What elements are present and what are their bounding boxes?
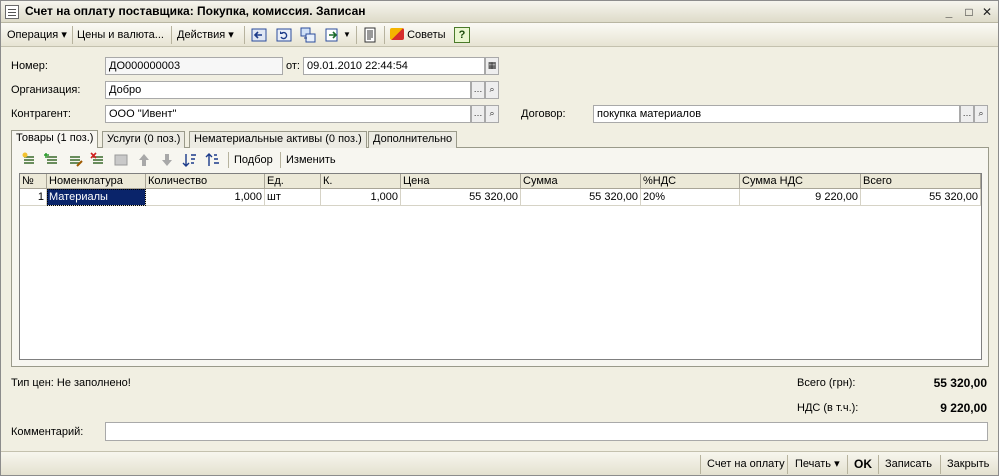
- col-header-total[interactable]: Всего: [861, 174, 981, 189]
- col-header-quantity[interactable]: Количество: [146, 174, 265, 189]
- table-cell-total[interactable]: 55 320,00: [861, 189, 981, 206]
- print-menu[interactable]: Печать ▾: [795, 456, 840, 473]
- sort-desc-icon[interactable]: [205, 152, 221, 168]
- contractor-label: Контрагент:: [11, 108, 71, 120]
- ok-button[interactable]: OK: [854, 456, 872, 473]
- col-header-vat-sum[interactable]: Сумма НДС: [740, 174, 861, 189]
- move-left-icon[interactable]: [250, 26, 268, 44]
- date-label: от:: [286, 60, 300, 72]
- vat-label: НДС (в т.ч.):: [797, 402, 859, 414]
- add-row-icon[interactable]: [21, 152, 37, 168]
- tab-services[interactable]: Услуги (0 поз.): [102, 131, 186, 148]
- sort-asc-icon[interactable]: [182, 152, 198, 168]
- structure-icon[interactable]: [299, 26, 317, 44]
- table-cell-vat-sum[interactable]: 9 220,00: [740, 189, 861, 206]
- main-toolbar: Операция ▾ Цены и валюта... Действия ▾ ▼…: [1, 23, 998, 47]
- prices-button[interactable]: Цены и валюта...: [77, 26, 164, 44]
- contractor-select-button[interactable]: …: [471, 105, 485, 123]
- footer-bar: Счет на оплату Печать ▾ OK Записать Закр…: [1, 451, 998, 475]
- actions-menu[interactable]: Действия ▾: [177, 26, 234, 44]
- col-header-number[interactable]: №: [20, 174, 47, 189]
- contract-label: Договор:: [521, 108, 566, 120]
- help-button[interactable]: ?: [454, 27, 470, 43]
- close-button[interactable]: Закрыть: [947, 456, 989, 473]
- close-icon[interactable]: ✕: [979, 4, 995, 20]
- total-value: 55 320,00: [933, 376, 987, 390]
- tab-additional[interactable]: Дополнительно: [368, 131, 458, 148]
- operation-menu[interactable]: Операция ▾: [7, 26, 67, 44]
- invoice-print-button[interactable]: Счет на оплату: [707, 456, 785, 473]
- operation-label: Операция: [7, 29, 59, 41]
- contractor-open-icon[interactable]: ⌕: [485, 105, 499, 123]
- tips-label: Советы: [407, 29, 446, 41]
- title-bar: Счет на оплату поставщика: Покупка, коми…: [1, 1, 998, 23]
- col-header-price[interactable]: Цена: [401, 174, 521, 189]
- date-field[interactable]: 09.01.2010 22:44:54: [303, 57, 485, 75]
- col-header-nomenclature[interactable]: Номенклатура: [47, 174, 146, 189]
- document-window: Счет на оплату поставщика: Покупка, коми…: [0, 0, 999, 476]
- comment-label: Комментарий:: [11, 426, 84, 438]
- table-cell-number[interactable]: 1: [20, 189, 47, 206]
- table-cell-vat-rate[interactable]: 20%: [641, 189, 740, 206]
- org-open-icon[interactable]: ⌕: [485, 81, 499, 99]
- table-cell-unit[interactable]: шт: [265, 189, 321, 206]
- contractor-field[interactable]: ООО "Ивент": [105, 105, 471, 123]
- delete-row-icon[interactable]: [90, 152, 106, 168]
- minimize-icon[interactable]: _: [941, 4, 957, 20]
- maximize-icon[interactable]: □: [961, 4, 977, 20]
- table-cell-sum[interactable]: 55 320,00: [521, 189, 641, 206]
- move-down-icon[interactable]: [159, 152, 175, 168]
- print-label: Печать: [795, 458, 832, 470]
- refresh-icon[interactable]: [275, 26, 293, 44]
- table-cell-nomenclature[interactable]: Материалы: [47, 189, 146, 206]
- number-field[interactable]: ДО000000003: [105, 57, 283, 75]
- actions-label: Действия: [177, 29, 226, 41]
- vat-value: 9 220,00: [940, 401, 987, 415]
- change-button[interactable]: Изменить: [286, 153, 336, 168]
- col-header-unit[interactable]: Ед.: [265, 174, 321, 189]
- goods-table[interactable]: № Номенклатура Количество Ед. К. Цена Су…: [19, 173, 982, 360]
- comment-field[interactable]: [105, 422, 988, 441]
- tab-goods[interactable]: Товары (1 поз.): [11, 130, 99, 148]
- edit-row-icon[interactable]: [67, 152, 83, 168]
- contract-field[interactable]: покупка материалов: [593, 105, 960, 123]
- table-cell-price[interactable]: 55 320,00: [401, 189, 521, 206]
- table-cell-coefficient[interactable]: 1,000: [321, 189, 401, 206]
- calendar-button[interactable]: ▦: [485, 57, 499, 75]
- org-select-button[interactable]: …: [471, 81, 485, 99]
- contract-open-icon[interactable]: ⌕: [974, 105, 988, 123]
- price-type-link[interactable]: Тип цен: Не заполнено!: [11, 377, 131, 389]
- number-label: Номер:: [11, 60, 48, 72]
- total-label: Всего (грн):: [797, 377, 856, 389]
- org-label: Организация:: [11, 84, 81, 96]
- journal-icon[interactable]: [361, 26, 379, 44]
- move-up-icon[interactable]: [136, 152, 152, 168]
- go-to-dropdown[interactable]: ▼: [343, 26, 351, 44]
- tips-button[interactable]: Советы: [390, 26, 446, 44]
- window-title: Счет на оплату поставщика: Покупка, коми…: [25, 4, 366, 18]
- contract-select-button[interactable]: …: [960, 105, 974, 123]
- document-icon: [5, 5, 19, 19]
- copy-row-icon[interactable]: [44, 152, 60, 168]
- go-to-icon[interactable]: [323, 26, 341, 44]
- col-header-coefficient[interactable]: К.: [321, 174, 401, 189]
- end-edit-icon[interactable]: [113, 152, 129, 168]
- col-header-vat-rate[interactable]: %НДС: [641, 174, 740, 189]
- pick-button[interactable]: Подбор: [234, 153, 273, 168]
- tab-intangible-assets[interactable]: Нематериальные активы (0 поз.): [189, 131, 367, 148]
- table-cell-quantity[interactable]: 1,000: [146, 189, 265, 206]
- save-button[interactable]: Записать: [885, 456, 932, 473]
- col-header-sum[interactable]: Сумма: [521, 174, 641, 189]
- org-field[interactable]: Добро: [105, 81, 471, 99]
- tips-icon: [390, 28, 404, 40]
